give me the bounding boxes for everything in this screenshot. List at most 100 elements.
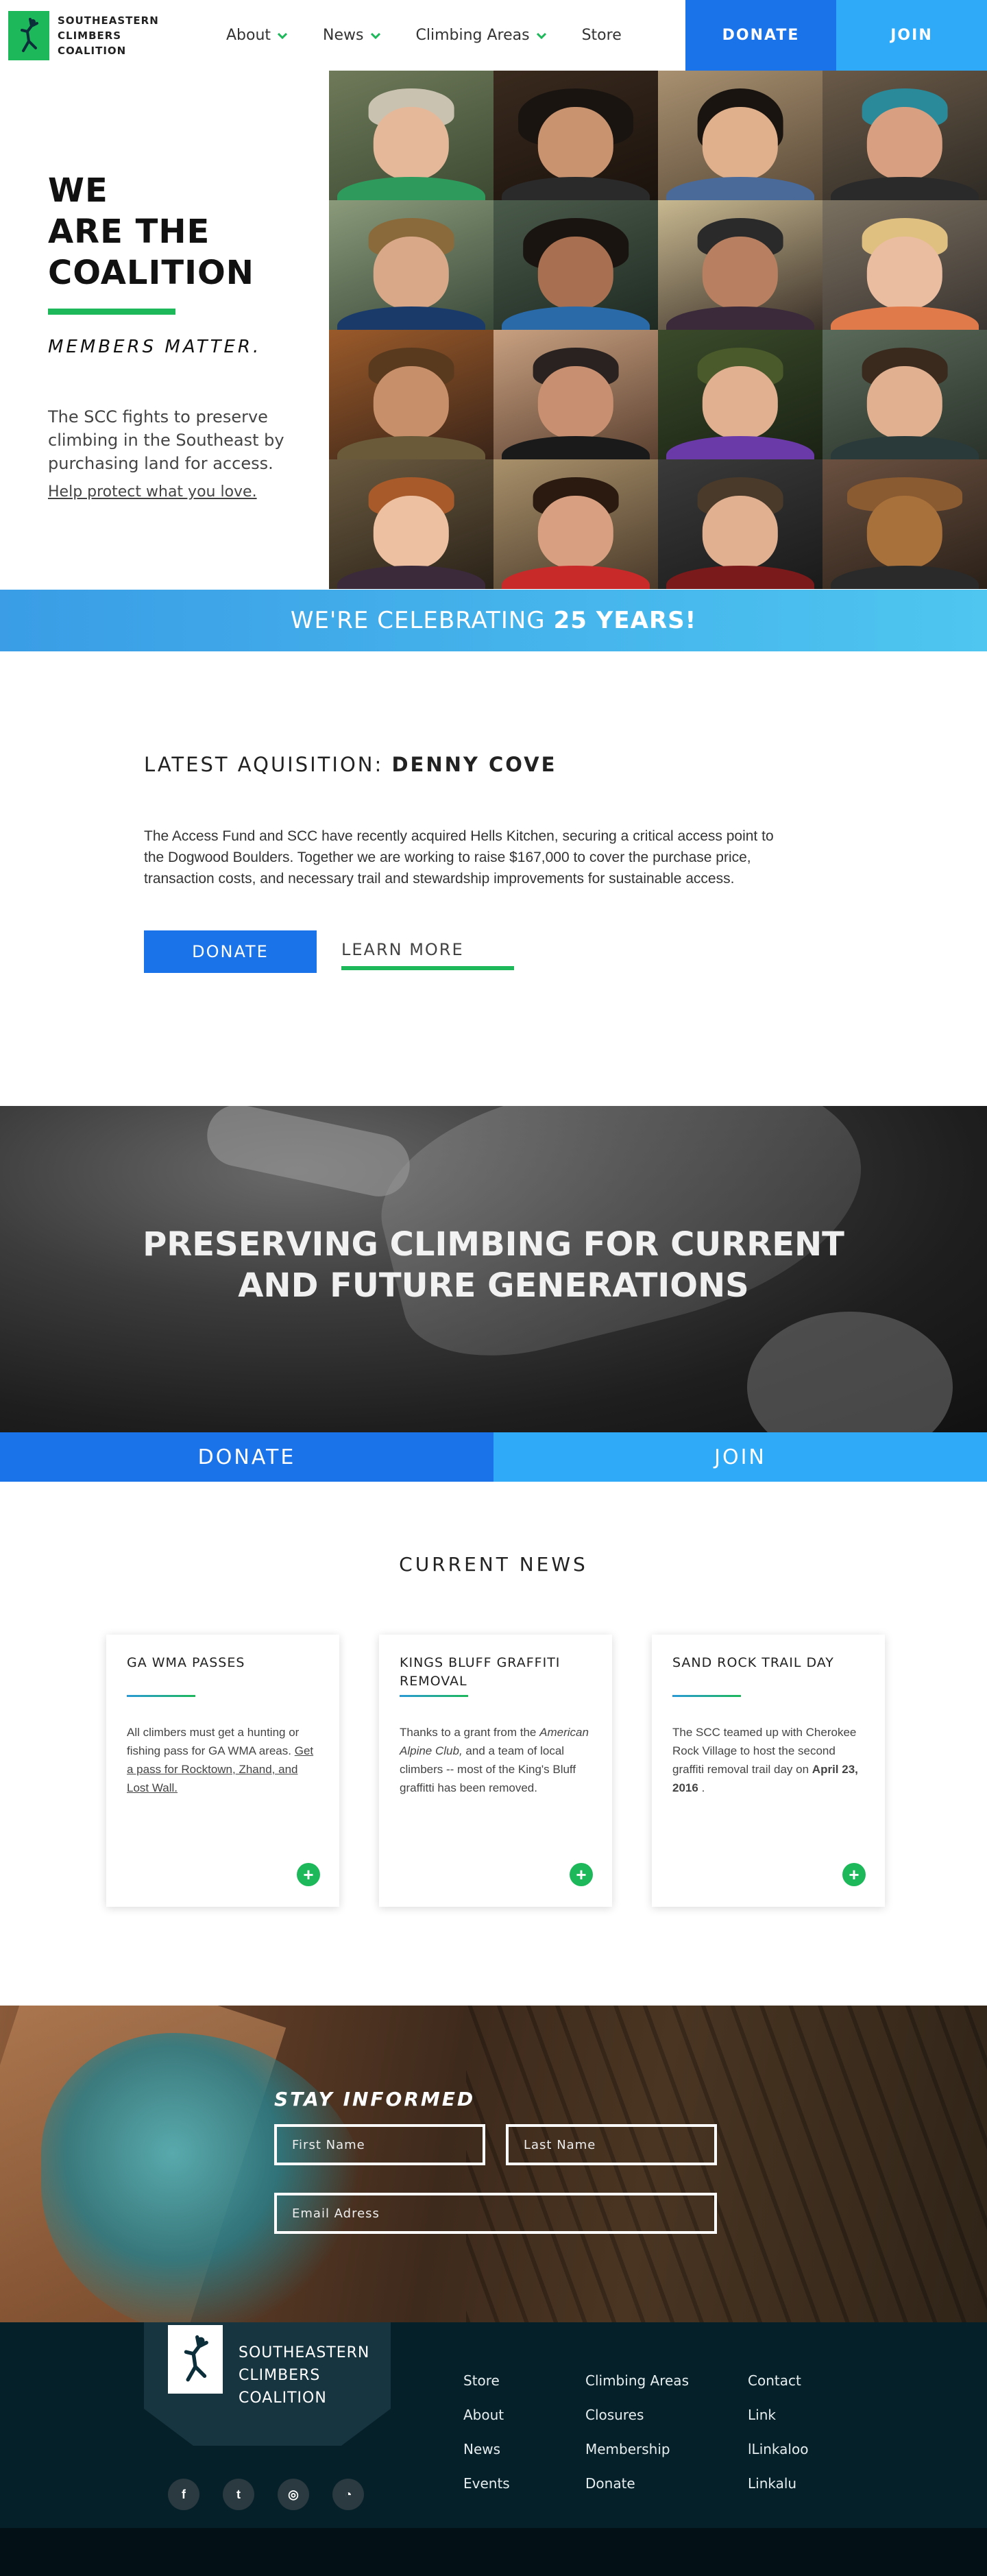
- brand-name: Southeastern Climbers Coalition: [58, 14, 159, 57]
- nav-about[interactable]: About: [226, 27, 288, 44]
- footer-column: Contact Link lLinkaloo Linkalu: [748, 2363, 830, 2501]
- news-card-title: Kings Bluff Graffiti Removal: [400, 1655, 561, 1689]
- email-input[interactable]: [274, 2193, 717, 2234]
- bar-join-label: Join: [714, 1445, 766, 1469]
- newsletter-section: Stay Informed: [0, 2006, 987, 2322]
- footer-climber-logo-icon[interactable]: [168, 2325, 223, 2394]
- footer-link-news[interactable]: News: [463, 2432, 544, 2466]
- member-photo: [658, 71, 822, 200]
- member-photo: [822, 330, 987, 459]
- footer-link[interactable]: Link: [748, 2398, 830, 2432]
- page: Southeastern Climbers Coalition About Ne…: [0, 0, 987, 2576]
- footer-link-climbing-areas[interactable]: Climbing Areas: [585, 2363, 707, 2398]
- climber-shoulder-image: [747, 1312, 953, 1432]
- member-photo: [494, 459, 658, 589]
- preserve-banner: Preserving climbing for current and futu…: [0, 1106, 987, 1432]
- nav-store[interactable]: Store: [582, 27, 622, 44]
- acquisition-label: Latest Aquisition:: [144, 753, 384, 776]
- news-card-text: .: [701, 1781, 705, 1794]
- member-photo: [329, 200, 494, 330]
- news-card[interactable]: Kings Bluff Graffiti Removal Thanks to a…: [379, 1635, 612, 1907]
- footer-links: Store About News Events Climbing Areas C…: [463, 2363, 871, 2501]
- footer-link[interactable]: lLinkaloo: [748, 2432, 830, 2466]
- footer-link-about[interactable]: About: [463, 2398, 544, 2432]
- hero-title-line: Are the: [48, 213, 210, 251]
- anniversary-text: We're celebrating: [290, 607, 546, 634]
- member-photo: [658, 200, 822, 330]
- hero-section: We Are the Coalition Members Matter. The…: [0, 71, 987, 590]
- name-row: [274, 2124, 738, 2165]
- hero-help-link[interactable]: Help protect what you love.: [48, 483, 257, 501]
- sub-footer: [0, 2528, 987, 2576]
- news-card-body: All climbers must get a hunting or fishi…: [127, 1723, 319, 1797]
- nav-news[interactable]: News: [323, 27, 380, 44]
- member-photo: [329, 330, 494, 459]
- member-photo: [329, 459, 494, 589]
- expand-plus-icon[interactable]: +: [297, 1863, 320, 1886]
- member-photo: [658, 330, 822, 459]
- news-cards: GA WMA Passes All climbers must get a hu…: [0, 1635, 987, 1907]
- learn-more-link[interactable]: Learn More: [341, 940, 514, 970]
- header-donate-button[interactable]: Donate: [685, 0, 836, 71]
- acquisition-donate-button[interactable]: Donate: [144, 930, 317, 973]
- hero-description: The SCC fights to preserve climbing in t…: [48, 407, 284, 473]
- chevron-down-icon: [278, 32, 288, 39]
- news-section: Current News GA WMA Passes All climbers …: [0, 1482, 987, 2006]
- acquisition-actions: Donate Learn More: [144, 930, 987, 973]
- site-footer: Southeastern Climbers Coalition f t ◎ ◔ …: [0, 2322, 987, 2528]
- bar-donate-button[interactable]: Donate: [0, 1432, 494, 1482]
- acquisition-name: Denny Cove: [391, 753, 557, 776]
- footer-link-membership[interactable]: Membership: [585, 2432, 707, 2466]
- nav-news-label: News: [323, 27, 364, 44]
- learn-more-label: Learn More: [341, 940, 464, 959]
- news-card[interactable]: GA WMA Passes All climbers must get a hu…: [106, 1635, 339, 1907]
- footer-link-events[interactable]: Events: [463, 2466, 544, 2501]
- news-card-text: All climbers must get a hunting or fishi…: [127, 1726, 300, 1757]
- member-photo: [822, 200, 987, 330]
- hero-title-line: Coalition: [48, 254, 254, 292]
- member-photo: [494, 200, 658, 330]
- nav-climbing-areas[interactable]: Climbing Areas: [416, 27, 546, 44]
- last-name-input[interactable]: [506, 2124, 717, 2165]
- footer-link-donate[interactable]: Donate: [585, 2466, 707, 2501]
- facebook-icon[interactable]: f: [168, 2479, 199, 2510]
- nav-about-label: About: [226, 27, 271, 44]
- first-name-input[interactable]: [274, 2124, 485, 2165]
- member-photo: [494, 330, 658, 459]
- social-links: f t ◎ ◔: [168, 2479, 387, 2510]
- bar-join-button[interactable]: Join: [494, 1432, 987, 1482]
- nav-store-label: Store: [581, 27, 622, 44]
- header-join-button[interactable]: Join: [836, 0, 987, 71]
- rss-icon[interactable]: ◔: [332, 2479, 364, 2510]
- footer-link-contact[interactable]: Contact: [748, 2363, 830, 2398]
- acquisition-body: The Access Fund and SCC have recently ac…: [144, 828, 774, 887]
- news-card-body: The SCC teamed up with Cherokee Rock Vil…: [672, 1723, 864, 1797]
- expand-plus-icon[interactable]: +: [570, 1863, 593, 1886]
- nav-climbing-areas-label: Climbing Areas: [415, 27, 530, 44]
- newsletter-form: Stay Informed: [274, 2088, 738, 2234]
- expand-plus-icon[interactable]: +: [842, 1863, 866, 1886]
- news-card[interactable]: Sand Rock Trail Day The SCC teamed up wi…: [652, 1635, 885, 1907]
- footer-link[interactable]: Linkalu: [748, 2466, 830, 2501]
- news-card-title: Sand Rock Trail Day: [672, 1655, 834, 1670]
- footer-link-store[interactable]: Store: [463, 2363, 544, 2398]
- member-photo-grid: [329, 71, 987, 590]
- hero-text: We Are the Coalition Members Matter. The…: [0, 71, 329, 590]
- donate-join-bar: Donate Join: [0, 1432, 987, 1482]
- hero-title: We Are the Coalition: [48, 170, 329, 293]
- newsletter-title: Stay Informed: [274, 2088, 476, 2110]
- footer-brand-name: Southeastern Climbers Coalition: [239, 2344, 370, 2407]
- chevron-down-icon: [536, 32, 546, 39]
- twitter-icon[interactable]: t: [223, 2479, 254, 2510]
- brand[interactable]: Southeastern Climbers Coalition: [0, 0, 226, 71]
- footer-link-closures[interactable]: Closures: [585, 2398, 707, 2432]
- preserve-heading-line: Preserving climbing for current: [143, 1225, 844, 1264]
- instagram-icon[interactable]: ◎: [278, 2479, 309, 2510]
- acquisition-donate-label: Donate: [192, 942, 269, 961]
- member-photo: [658, 459, 822, 589]
- news-card-body: Thanks to a grant from the American Alpi…: [400, 1723, 592, 1797]
- news-card-title: GA WMA Passes: [127, 1655, 245, 1670]
- header-join-label: Join: [890, 27, 933, 44]
- news-card-text: Thanks to a grant from the: [400, 1726, 537, 1739]
- chevron-down-icon: [370, 32, 380, 39]
